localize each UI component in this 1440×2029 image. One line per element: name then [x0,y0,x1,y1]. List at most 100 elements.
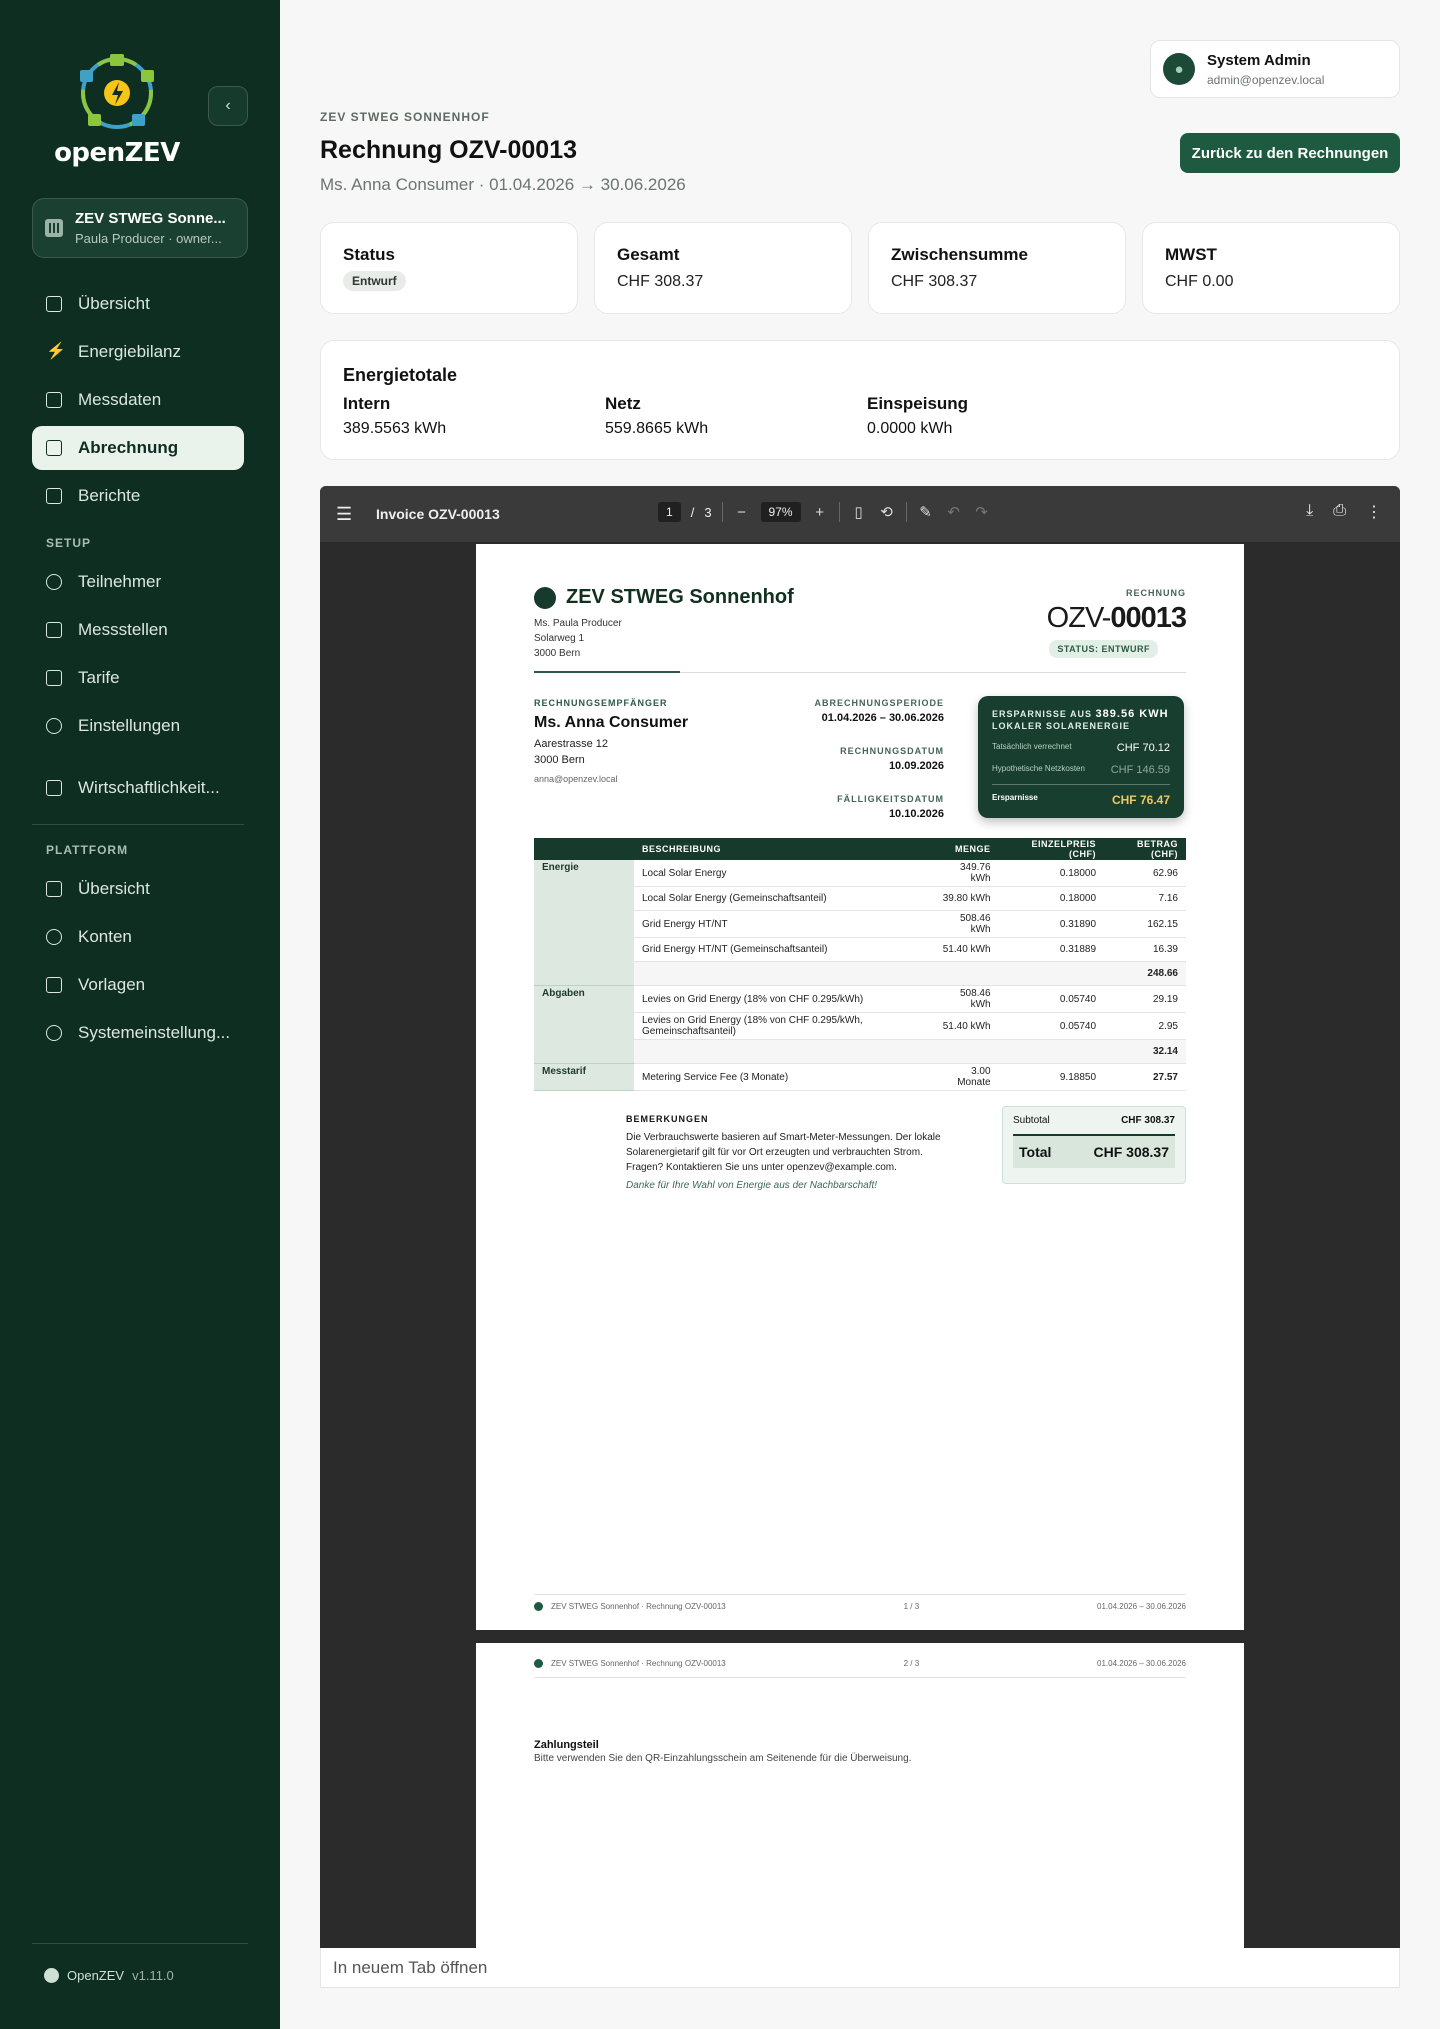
home-icon [46,296,62,312]
user-email: admin@openzev.local [1207,72,1325,87]
energy-value: 559.8665 kWh [605,420,709,437]
open-in-new-tab-link[interactable]: In neuem Tab öffnen [320,1948,1400,1988]
stat-label: Gesamt [617,245,680,264]
cell [930,1039,999,1064]
group-label: Energie [534,860,634,986]
cell: 0.18000 [998,860,1105,887]
nav-item-energiebilanz[interactable]: Energiebilanz [32,330,244,374]
remarks-text: Die Verbrauchswerte basieren auf Smart-M… [626,1132,941,1173]
pdf-viewer[interactable]: ☰ Invoice OZV-00013 1 / 3 − 97% + ▯ ⟲ ✎ … [320,486,1400,1948]
nav-label: Teilnehmer [78,572,162,591]
recipient-address: Aarestrasse 12 3000 Bern [534,736,608,768]
brand-logo[interactable]: openZEV [52,50,182,168]
org-switcher[interactable]: ZEV STWEG Sonne... Paula Producer · owne… [32,198,248,258]
sidebar-footer[interactable]: OpenZEV v1.11.0 [44,1968,174,1983]
stat-value: CHF 308.37 [891,273,978,290]
meta-value: 10.09.2026 [888,760,944,772]
payment-text: Bitte verwenden Sie den QR-Einzahlungssc… [534,1753,912,1764]
more-options-icon[interactable]: ⋮ [1366,502,1382,522]
building-icon [45,219,63,237]
cell: 62.96 [1104,860,1186,887]
calculator-icon [46,780,62,796]
cell: 0.05740 [998,985,1105,1013]
meta-key: FÄLLIGKEITSDATUM [837,794,944,804]
table-header [534,838,634,860]
user-menu[interactable]: ● System Admin admin@openzev.local [1150,40,1400,98]
address-line: Ms. Paula Producer [534,618,622,629]
back-to-invoices-button[interactable]: Zurück zu den Rechnungen [1180,133,1400,173]
cell [930,961,999,986]
sidebar-footer-divider [32,1943,248,1944]
user-name: System Admin [1207,51,1311,69]
nav-item-konten[interactable]: Konten [32,915,244,959]
fit-page-icon[interactable]: ▯ [850,503,868,521]
undo-icon[interactable]: ↶ [945,503,963,521]
total-row: Total CHF 308.37 [1013,1134,1175,1168]
collapse-sidebar-button[interactable]: ‹ [208,86,248,126]
cell: 0.18000 [998,886,1105,911]
nav-item-berichte[interactable]: Berichte [32,474,244,518]
nav-label: Einstellungen [78,716,181,735]
cell: 2.95 [1104,1012,1186,1040]
footer-left: ZEV STWEG Sonnenhof · Rechnung OZV-00013 [551,1602,726,1611]
energy-totals-card: Energietotale Intern 389.5563 kWh Netz 559… [320,340,1400,460]
energy-label: Intern [343,394,391,413]
cell: 0.31890 [998,910,1105,938]
group-label: Messtarif [534,1063,634,1091]
invoice-items-table: BESCHREIBUNG MENGE EINZELPREIS (CHF) BET… [534,838,1186,1091]
totals-box: Subtotal CHF 308.37 Total CHF 308.37 [1002,1106,1186,1184]
subtotal-label: Subtotal [1013,1115,1050,1126]
subtotal-cell: 32.14 [1104,1039,1186,1064]
cell: 27.57 [1104,1063,1186,1091]
subtotal-cell: 248.66 [1104,961,1186,986]
nav-item-tarife[interactable]: Tarife [32,656,244,700]
zoom-in-icon[interactable]: + [811,504,829,521]
chart-icon [46,392,62,408]
page-header: ZEV STWEG Sonnenhof · Rechnung OZV-00013… [534,1659,1186,1668]
gear-icon [46,1025,62,1041]
breadcrumb: ZEV STWEG SONNENHOF [320,110,490,124]
openzev-logo-icon [80,54,154,129]
cell: Grid Energy HT/NT [634,910,931,938]
table-header: BETRAG (CHF) [1104,838,1186,860]
subtotal-value: CHF 308.37 [1121,1115,1175,1126]
nav-item-uebersicht[interactable]: Übersicht [32,282,244,326]
cell [634,1039,931,1064]
nav-label: Abrechnung [78,438,179,457]
cell: 508.46 kWh [930,910,999,938]
draw-icon[interactable]: ✎ [917,503,935,521]
total-label: Total [1019,1144,1052,1160]
zoom-level[interactable]: 97% [760,502,801,522]
recipient-email: anna@openzev.local [534,774,618,784]
savings-value: CHF 70.12 [1116,742,1170,754]
nav-item-vorlagen[interactable]: Vorlagen [32,963,244,1007]
redo-icon[interactable]: ↷ [973,503,991,521]
invoice-number-bold: 00013 [1110,602,1187,634]
nav-item-messstellen[interactable]: Messstellen [32,608,244,652]
toolbar-divider [905,502,907,522]
nav-item-teilnehmer[interactable]: Teilnehmer [32,560,244,604]
nav-label: Messstellen [78,620,168,639]
menu-icon[interactable]: ☰ [336,504,360,525]
nav-item-abrechnung[interactable]: Abrechnung [32,426,244,470]
status-badge: Entwurf [343,271,406,291]
nav-item-wirtschaftlichkeit[interactable]: Wirtschaftlichkeit... [32,766,244,810]
print-icon[interactable]: ⎙ [1333,502,1346,522]
page-footer: ZEV STWEG Sonnenhof · Rechnung OZV-00013… [534,1602,1186,1611]
download-icon[interactable]: ⤓ [1306,502,1313,522]
rotate-icon[interactable]: ⟲ [878,503,896,521]
nav-item-messdaten[interactable]: Messdaten [32,378,244,422]
stat-card-zwischensumme: Zwischensumme CHF 308.37 [868,222,1126,314]
invoice-org: ZEV STWEG Sonnenhof [534,586,794,609]
invoice-org-name: ZEV STWEG Sonnenhof [566,586,794,608]
nav-label: Übersicht [78,294,150,313]
page-number-input[interactable]: 1 [658,502,681,522]
nav-item-platform-uebersicht[interactable]: Übersicht [32,867,244,911]
nav-label: Berichte [78,486,141,505]
sidebar: openZEV ‹ ZEV STWEG Sonne... Paula Produ… [0,0,280,2029]
savings-key: Tatsächlich verrechnet [992,742,1072,751]
nav-item-einstellungen[interactable]: Einstellungen [32,704,244,748]
table-header-row: BESCHREIBUNG MENGE EINZELPREIS (CHF) BET… [534,838,1186,860]
zoom-out-icon[interactable]: − [733,504,751,521]
nav-item-systemeinstellungen[interactable]: Systemeinstellung... [32,1011,244,1055]
